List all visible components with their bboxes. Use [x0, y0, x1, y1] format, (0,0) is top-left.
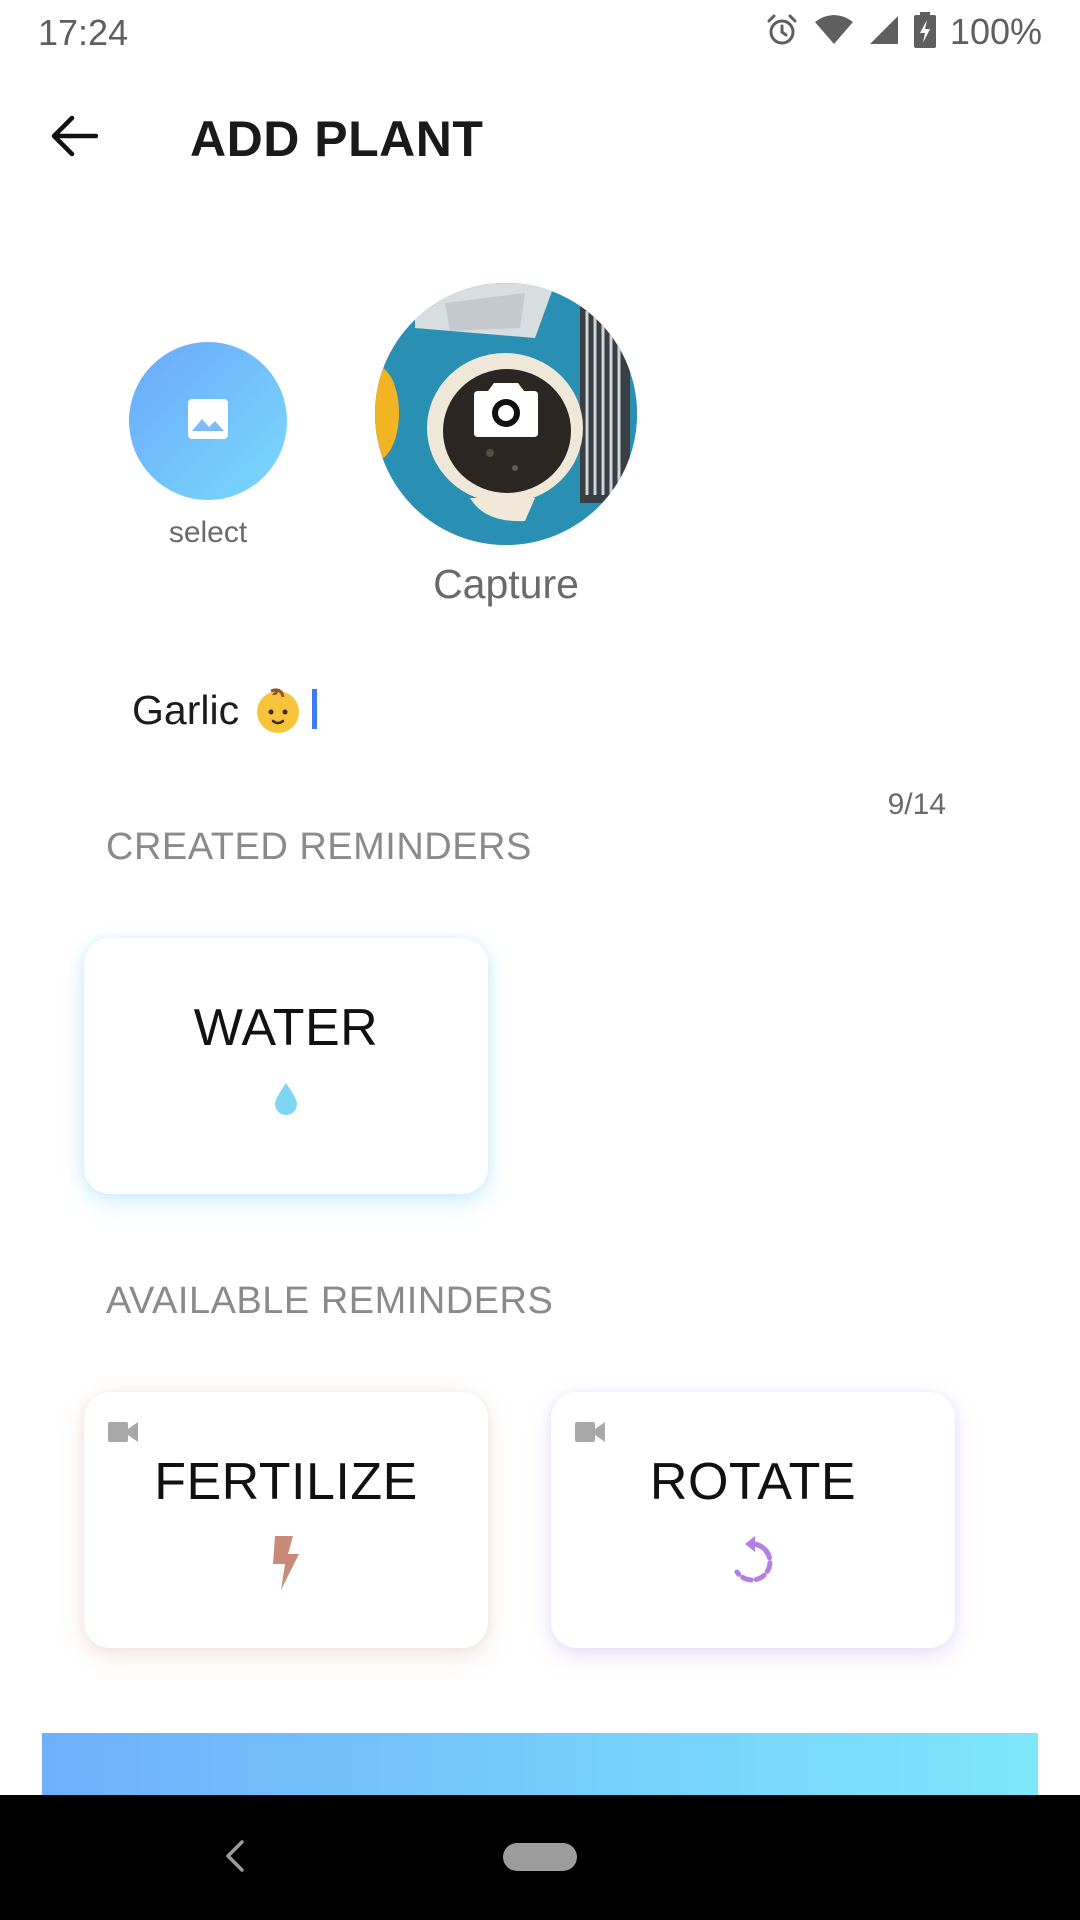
plant-name-value: Garlic [132, 687, 240, 733]
video-icon [108, 1422, 138, 1447]
arrow-left-icon [50, 114, 99, 163]
reminder-label: ROTATE [649, 1453, 857, 1511]
reminder-card-rotate[interactable]: ROTATE [551, 1392, 955, 1648]
page-title: ADD PLANT [190, 111, 484, 167]
cell-signal-icon [868, 14, 900, 51]
created-reminders-title: CREATED REMINDERS [106, 826, 532, 868]
reminder-card-fertilize[interactable]: FERTILIZE [84, 1392, 488, 1648]
chevron-left-icon [224, 1839, 246, 1877]
nav-back-button[interactable] [210, 1825, 260, 1891]
alarm-icon [764, 12, 800, 53]
char-counter: 9/14 [887, 788, 946, 821]
app-bar: ADD PLANT [0, 90, 1080, 186]
reminder-card-water[interactable]: WATER [84, 938, 488, 1194]
capture-photo-button[interactable] [375, 283, 637, 545]
available-reminders-title: AVAILABLE REMINDERS [106, 1280, 554, 1322]
select-photo-button[interactable] [129, 342, 287, 500]
video-icon [575, 1422, 605, 1447]
system-nav-bar [0, 1795, 1080, 1920]
nav-home-button[interactable] [503, 1843, 577, 1871]
lightning-icon [271, 1536, 301, 1595]
capture-label: Capture [433, 561, 579, 607]
battery-charging-icon [913, 11, 936, 53]
back-button[interactable] [36, 108, 112, 168]
text-caret [312, 689, 317, 729]
reminder-label: FERTILIZE [154, 1453, 418, 1511]
save-plant-button[interactable] [42, 1733, 1038, 1795]
select-label: select [168, 516, 248, 549]
baby-emoji-icon [255, 685, 301, 735]
camera-icon [474, 383, 538, 442]
wifi-icon [814, 14, 854, 51]
status-time: 17:24 [38, 12, 129, 53]
plant-name-input[interactable]: Garlic [130, 675, 950, 745]
reminder-label: WATER [193, 999, 379, 1057]
status-bar: 17:24 100% [0, 0, 1080, 64]
rotate-icon [729, 1536, 777, 1591]
image-icon [188, 398, 228, 444]
battery-percent: 100% [949, 11, 1042, 52]
status-icons: 100% [764, 10, 1042, 54]
water-drop-icon [273, 1082, 299, 1121]
